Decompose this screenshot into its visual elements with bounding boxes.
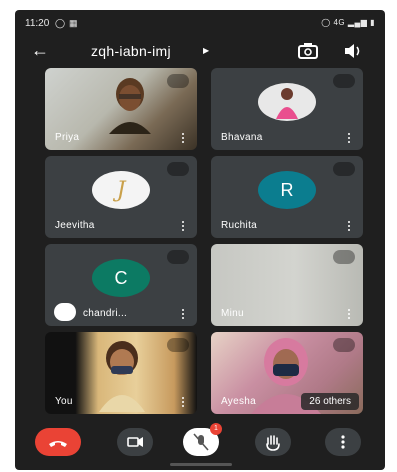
participant-name: Jeevitha bbox=[55, 220, 95, 231]
meeting-header: ← zqh-iabn-imj ▶ bbox=[15, 38, 385, 66]
app-notification-icon: ▦ bbox=[69, 18, 78, 28]
participant-tile-priya[interactable]: Priya bbox=[45, 68, 197, 150]
mic-toggle-button[interactable]: 1 bbox=[183, 423, 222, 456]
alarm-icon: ◯ bbox=[321, 18, 331, 27]
participant-tile-bhavana[interactable]: Bhavana bbox=[211, 68, 363, 150]
avatar: R bbox=[258, 171, 316, 210]
network-indicator: ◯ 4G ▂▄▆ ▮ bbox=[321, 18, 375, 27]
muted-icon bbox=[167, 338, 189, 352]
participant-video bbox=[109, 78, 151, 134]
avatar bbox=[258, 83, 316, 122]
end-call-button[interactable] bbox=[35, 428, 81, 456]
hand-icon bbox=[266, 435, 280, 451]
muted-icon bbox=[167, 250, 189, 264]
raise-hand-button[interactable] bbox=[255, 428, 291, 456]
participant-tile-minu[interactable]: Minu bbox=[211, 244, 363, 326]
more-options-icon[interactable] bbox=[343, 307, 355, 321]
others-count-chip[interactable]: 26 others bbox=[301, 393, 359, 410]
muted-icon bbox=[333, 162, 355, 176]
participant-name: chandri... bbox=[83, 308, 128, 319]
participant-name: Minu bbox=[221, 308, 244, 319]
battery-icon: ▮ bbox=[370, 18, 375, 27]
mic-badge: 1 bbox=[210, 423, 222, 435]
participant-name: You bbox=[55, 396, 73, 407]
meet-screen: 11:20 ◯ ▦ ◯ 4G ▂▄▆ ▮ ← zqh-iabn-imj ▶ Pr… bbox=[15, 10, 385, 470]
avatar-letter: J bbox=[116, 177, 126, 203]
muted-icon bbox=[333, 338, 355, 352]
end-call-icon bbox=[49, 441, 67, 447]
muted-icon bbox=[167, 162, 189, 176]
call-controls: 1 bbox=[15, 423, 385, 460]
participant-tile-ruchita[interactable]: R Ruchita bbox=[211, 156, 363, 238]
home-indicator bbox=[170, 463, 232, 466]
more-options-icon[interactable] bbox=[177, 131, 189, 145]
avatar-letter: R bbox=[280, 179, 294, 200]
avatar-image bbox=[276, 88, 298, 120]
signal-icon: ▂▄▆ bbox=[347, 18, 368, 27]
more-options-icon[interactable] bbox=[177, 307, 189, 321]
participant-name: Priya bbox=[55, 132, 80, 143]
expand-caret-icon[interactable]: ▶ bbox=[203, 46, 209, 55]
muted-icon bbox=[333, 74, 355, 88]
participant-tile-jeevitha[interactable]: J Jeevitha bbox=[45, 156, 197, 238]
participant-name: Ayesha bbox=[221, 396, 256, 407]
raised-hand-icon bbox=[54, 303, 76, 321]
avatar-letter: C bbox=[114, 267, 128, 288]
participant-name: Ruchita bbox=[221, 220, 258, 231]
video-camera-icon bbox=[127, 437, 143, 447]
more-options-icon[interactable] bbox=[343, 219, 355, 233]
more-options-button[interactable] bbox=[325, 428, 361, 456]
muted-icon bbox=[333, 250, 355, 264]
more-vert-icon bbox=[341, 435, 345, 449]
more-options-icon[interactable] bbox=[177, 219, 189, 233]
speaker-icon[interactable] bbox=[343, 42, 363, 60]
participant-tile-ayesha[interactable]: Ayesha 26 others bbox=[211, 332, 363, 414]
notification-icon: ◯ bbox=[55, 18, 66, 28]
more-options-icon[interactable] bbox=[343, 131, 355, 145]
participant-tile-chandri[interactable]: C chandri... bbox=[45, 244, 197, 326]
camera-toggle-button[interactable] bbox=[117, 428, 153, 456]
participant-name: Bhavana bbox=[221, 132, 263, 143]
switch-camera-icon[interactable] bbox=[297, 42, 319, 60]
avatar: J bbox=[92, 171, 150, 210]
status-time: 11:20 bbox=[25, 18, 50, 29]
avatar: C bbox=[92, 259, 150, 298]
meeting-code[interactable]: zqh-iabn-imj bbox=[91, 43, 171, 59]
more-options-icon[interactable] bbox=[177, 395, 189, 409]
muted-icon bbox=[167, 74, 189, 88]
participant-video bbox=[99, 341, 145, 412]
participant-tile-you[interactable]: You bbox=[45, 332, 197, 414]
network-type: 4G bbox=[333, 18, 346, 27]
status-bar: 11:20 ◯ ▦ ◯ 4G ▂▄▆ ▮ bbox=[15, 10, 385, 36]
back-arrow-icon[interactable]: ← bbox=[31, 40, 49, 61]
